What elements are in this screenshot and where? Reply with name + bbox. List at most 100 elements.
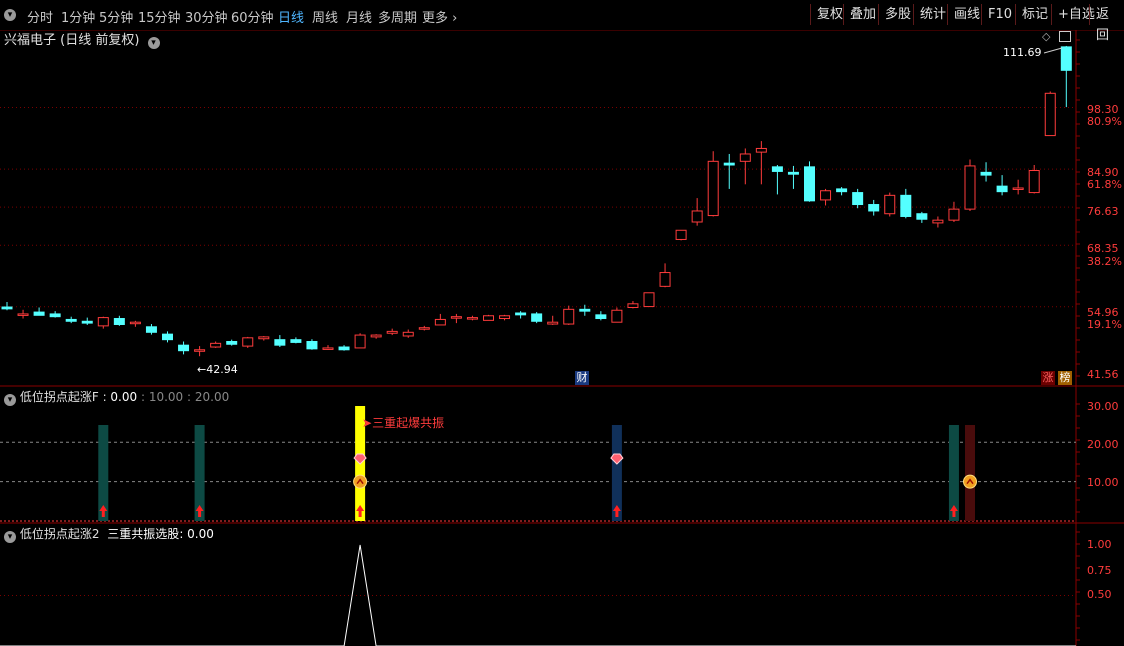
- candle-body: [113, 318, 125, 325]
- candle-body: [787, 171, 799, 175]
- high-price-label: 111.69: [1003, 46, 1042, 59]
- indicator1-header: ▾ 低位拐点起涨F : 0.00 : 10.00 : 20.00: [4, 388, 229, 406]
- high-marker-line: [1043, 47, 1063, 54]
- candle-body: [723, 162, 735, 166]
- percent-tick: 80.9%: [1087, 115, 1122, 128]
- candle-body: [611, 309, 623, 323]
- candle-body: [1060, 46, 1072, 71]
- price-tick: 76.63: [1087, 205, 1119, 218]
- chevron-down-icon[interactable]: ▾: [4, 394, 16, 406]
- candle-body: [17, 313, 29, 316]
- indicator2-header: ▾ 低位拐点起涨2 三重共振选股: 0.00: [4, 525, 214, 543]
- candle-body: [81, 320, 93, 324]
- bang-badge[interactable]: 榜: [1058, 371, 1072, 385]
- candle-body: [274, 339, 286, 346]
- percent-tick: 19.1%: [1087, 318, 1122, 331]
- candle-body: [820, 190, 832, 201]
- candle-body: [65, 318, 77, 322]
- candle-body: [964, 165, 976, 210]
- candle-body: [402, 331, 414, 337]
- finance-badge[interactable]: 财: [575, 371, 589, 385]
- candle-body: [242, 337, 254, 347]
- indicator1-title: 低位拐点起涨F: [19, 390, 99, 404]
- candle-body: [675, 229, 687, 240]
- candle-body: [499, 315, 511, 320]
- zhang-badge[interactable]: 涨: [1041, 371, 1055, 385]
- price-tick: 41.56: [1087, 368, 1119, 381]
- candle-body: [290, 339, 302, 343]
- candle-body: [1, 306, 13, 310]
- candle-body: [579, 308, 591, 312]
- candle-body: [643, 292, 655, 308]
- candle-body: [210, 342, 222, 348]
- indicator2-tick: 1.00: [1087, 538, 1112, 551]
- candle-body: [129, 321, 141, 325]
- indicator1-tick: 10.00: [1087, 476, 1119, 489]
- indicator1-tick: 30.00: [1087, 400, 1119, 413]
- candle-body: [226, 341, 238, 345]
- percent-tick: 38.2%: [1087, 255, 1122, 268]
- candle-body: [49, 313, 61, 318]
- candle-body: [178, 344, 190, 352]
- chevron-down-icon[interactable]: ▾: [4, 531, 16, 543]
- candle-body: [563, 308, 575, 325]
- low-price-value: 42.94: [206, 363, 238, 376]
- candle-body: [755, 147, 767, 153]
- candle-body: [691, 210, 703, 223]
- low-price-label: ←42.94: [197, 363, 238, 376]
- candle-body: [932, 219, 944, 224]
- candle-body: [1044, 92, 1056, 137]
- candle-body: [852, 192, 864, 206]
- indicator2-label: 三重共振选股: [107, 527, 180, 541]
- candle-body: [1012, 187, 1024, 190]
- indicator1-annotation: ➤三重起爆共振: [362, 416, 445, 430]
- candle-body: [386, 330, 398, 334]
- indicator1-tick: 20.00: [1087, 438, 1119, 451]
- candle-body: [948, 208, 960, 221]
- coin-icon: [963, 474, 977, 489]
- candle-body: [900, 194, 912, 217]
- indicator1-value2: 10.00: [148, 390, 184, 404]
- candle-body: [515, 312, 527, 316]
- candle-body: [145, 326, 157, 333]
- candle-body: [306, 341, 318, 350]
- indicator2-title: 低位拐点起涨2: [19, 527, 100, 541]
- candle-body: [1028, 170, 1040, 194]
- annotation-text: 三重起爆共振: [372, 416, 445, 430]
- indicator2-tick: 0.50: [1087, 588, 1112, 601]
- candle-body: [996, 185, 1008, 193]
- candle-body: [531, 313, 543, 322]
- candle-body: [450, 316, 462, 319]
- percent-tick: 61.8%: [1087, 178, 1122, 191]
- candle-body: [322, 347, 334, 350]
- indicator1-bar: [965, 425, 975, 521]
- candle-body: [836, 188, 848, 193]
- candle-body: [884, 194, 896, 215]
- indicator2-value: 0.00: [187, 527, 214, 541]
- candle-body: [370, 334, 382, 338]
- candle-body: [434, 318, 446, 326]
- candle-body: [194, 349, 206, 352]
- candle-body: [338, 346, 350, 351]
- candle-body: [595, 314, 607, 320]
- candle-body: [33, 311, 45, 316]
- candle-body: [258, 336, 270, 340]
- indicator2-tick: 0.75: [1087, 564, 1112, 577]
- candle-body: [804, 166, 815, 202]
- coin-icon: [353, 474, 368, 489]
- indicator1-value1: 0.00: [110, 390, 138, 404]
- indicator2-line: [0, 544, 1076, 646]
- candle-body: [97, 317, 109, 327]
- candle-body: [707, 160, 719, 217]
- candle-body: [771, 166, 783, 172]
- candle-body: [916, 213, 928, 220]
- candle-body: [868, 204, 880, 212]
- candle-body: [659, 272, 671, 287]
- candle-body: [466, 317, 478, 320]
- candle-body: [418, 327, 430, 330]
- candle-body: [739, 153, 751, 162]
- candle-body: [627, 303, 639, 308]
- candle-body: [547, 321, 559, 325]
- candle-body: [980, 171, 992, 176]
- chart-canvas[interactable]: [0, 0, 1124, 646]
